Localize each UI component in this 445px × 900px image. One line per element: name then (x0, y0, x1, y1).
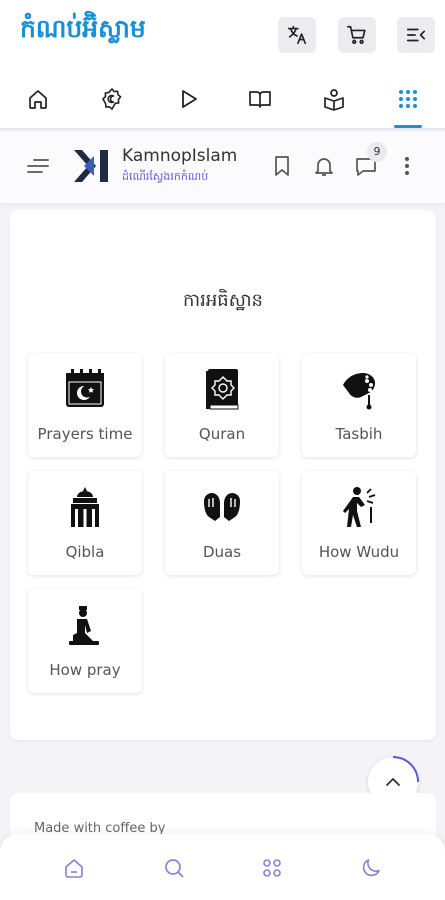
bottom-nav-theme[interactable] (357, 854, 385, 882)
prayer-settings-icon (102, 88, 122, 110)
reader-icon (324, 89, 344, 111)
tile-label: Duas (202, 543, 242, 561)
tile-qibla[interactable]: Qibla (28, 471, 142, 575)
bottom-nav-home[interactable] (60, 854, 88, 882)
site-name: KamnopIslam (122, 146, 238, 166)
kaaba-icon (71, 487, 99, 527)
praying-hands-icon (204, 493, 240, 521)
tab-home[interactable] (20, 83, 56, 115)
tasbih-hand-icon (343, 373, 375, 410)
tab-prayer-settings[interactable] (94, 83, 130, 115)
play-icon (182, 90, 197, 108)
tile-label: How Wudu (318, 543, 400, 561)
side-menu-button[interactable] (397, 17, 435, 53)
hamburger-menu-icon[interactable] (26, 156, 50, 176)
bell-icon[interactable] (313, 154, 335, 178)
tile-prayers-time[interactable]: Prayers time (28, 353, 142, 457)
tile-label: Quran (198, 425, 246, 443)
tile-label: How pray (49, 661, 121, 679)
home-icon (29, 90, 47, 109)
tile-duas[interactable]: Duas (165, 471, 279, 575)
bottom-nav-search[interactable] (160, 854, 188, 882)
site-tagline: ដំណើរស្វែងរកកំណប់ (122, 170, 209, 183)
bookmark-icon[interactable] (272, 154, 292, 178)
active-tab-indicator (394, 125, 422, 128)
home-icon (65, 859, 83, 878)
tile-tasbih[interactable]: Tasbih (302, 353, 416, 457)
quran-book-icon (206, 369, 239, 410)
book-open-icon (249, 91, 271, 108)
menu-collapse-icon (406, 28, 426, 42)
kneeling-person-icon (69, 606, 99, 645)
site-logo-icon (74, 150, 108, 182)
prayer-section-card: ការអធិស្ឋាន Prayers time Quran Tasbih Qi… (10, 210, 436, 740)
tab-books[interactable] (242, 83, 278, 115)
moon-icon (362, 859, 380, 877)
chat-count-badge: 9 (367, 142, 387, 162)
translate-button[interactable] (278, 17, 316, 53)
cart-icon (347, 25, 366, 45)
tile-how-pray[interactable]: How pray (28, 589, 142, 693)
bottom-nav-apps[interactable] (258, 854, 286, 882)
tile-label: Qibla (65, 543, 105, 561)
app-header: កំណប់អ៊ិស្លាម (0, 0, 445, 130)
tile-how-wudu[interactable]: How Wudu (302, 471, 416, 575)
apps-grid-icon (399, 90, 417, 108)
tile-quran[interactable]: Quran (165, 353, 279, 457)
apps-icon (263, 859, 281, 877)
tab-videos[interactable] (170, 83, 206, 115)
app-title: កំណប់អ៊ិស្លាម (20, 14, 146, 43)
search-icon (165, 859, 184, 878)
tile-label: Prayers time (37, 425, 133, 443)
tile-label: Tasbih (335, 425, 383, 443)
tab-apps[interactable] (390, 83, 426, 115)
tab-learning[interactable] (316, 83, 352, 115)
wudu-person-icon (343, 487, 376, 527)
translate-icon (287, 25, 307, 45)
calendar-moon-icon (66, 369, 104, 407)
cart-button[interactable] (338, 17, 376, 53)
bottom-nav (0, 834, 445, 900)
site-bar: KamnopIslam ដំណើរស្វែងរកកំណប់ 9 (0, 132, 445, 204)
section-title: ការអធិស្ឋាន (183, 290, 263, 311)
more-vertical-icon[interactable] (400, 154, 414, 178)
